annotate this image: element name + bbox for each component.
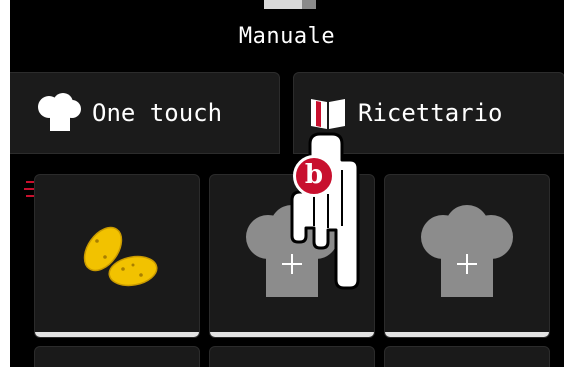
tab-one-touch-label: One touch — [92, 99, 223, 127]
step-badge: b — [293, 155, 335, 197]
potatoes-icon — [83, 226, 158, 287]
chef-hat-icon — [38, 93, 81, 131]
speed-lines-icon — [24, 181, 34, 197]
program-tile-row2-1[interactable] — [34, 346, 200, 367]
program-tile-row2-2[interactable] — [209, 346, 375, 367]
add-program-tile-2[interactable] — [384, 174, 550, 338]
hand-pointer-icon — [290, 132, 360, 290]
step-badge-letter: b — [304, 159, 324, 190]
program-tile-potatoes[interactable] — [34, 174, 200, 338]
oven-screen: Manuale One touch Ricettario b — [10, 0, 564, 367]
page-title: Manuale — [238, 24, 336, 49]
tab-ricettario-label: Ricettario — [358, 99, 503, 127]
chef-hat-add-icon — [421, 205, 513, 297]
recipe-book-icon — [311, 99, 345, 129]
top-drag-handle[interactable] — [264, 0, 316, 9]
tab-one-touch[interactable]: One touch — [10, 72, 280, 197]
program-tile-row2-3[interactable] — [384, 346, 550, 367]
